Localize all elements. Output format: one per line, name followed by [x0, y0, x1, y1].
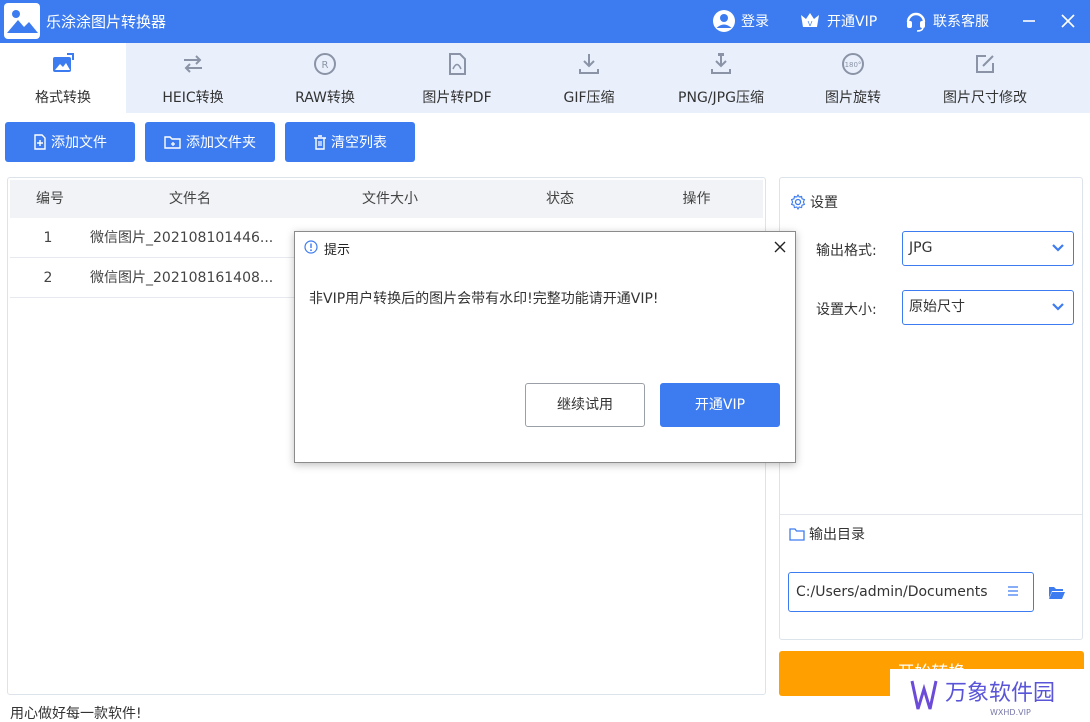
headset-icon — [904, 9, 928, 33]
minimize-icon — [1023, 20, 1035, 22]
output-path-value: C:/Users/admin/Documents — [796, 584, 988, 600]
compress-file-icon — [658, 51, 784, 77]
add-file-icon — [34, 134, 46, 150]
support-label: 联系客服 — [933, 14, 989, 30]
tab-label: RAW转换 — [295, 90, 355, 106]
tab-gif-compress[interactable]: GIF压缩 — [526, 43, 652, 113]
chevron-down-icon — [1052, 303, 1064, 311]
tab-label: 格式转换 — [35, 90, 91, 106]
tab-raw-convert[interactable]: R RAW转换 — [262, 43, 388, 113]
open-vip-button[interactable]: 开通VIP — [660, 383, 780, 427]
trash-icon — [314, 135, 326, 150]
size-select[interactable]: 原始尺寸 — [902, 290, 1074, 325]
image-convert-icon — [0, 51, 126, 77]
vip-button[interactable]: V 开通VIP — [798, 9, 877, 33]
watermark-brand: 万象软件园 — [945, 681, 1055, 706]
swap-arrows-icon — [130, 51, 256, 77]
tab-label: 图片尺寸修改 — [943, 90, 1027, 106]
login-label: 登录 — [741, 14, 769, 30]
divider — [780, 514, 1082, 515]
row-number: 1 — [43, 230, 53, 246]
vip-notice-dialog: 提示 非VIP用户转换后的图片会带有水印!完整功能请开通VIP! 继续试用 开通… — [294, 231, 796, 463]
output-format-value: JPG — [909, 240, 933, 256]
add-folder-label: 添加文件夹 — [186, 135, 256, 151]
settings-panel: 设置 输出格式: JPG 设置大小: 原始尺寸 输出目录 C:/Users/ad… — [779, 177, 1083, 640]
size-value: 原始尺寸 — [909, 299, 965, 315]
chevron-down-icon — [1052, 244, 1064, 252]
output-path-field[interactable]: C:/Users/admin/Documents — [788, 572, 1034, 612]
tab-label: 图片旋转 — [825, 90, 881, 106]
dialog-message: 非VIP用户转换后的图片会带有水印!完整功能请开通VIP! — [309, 291, 659, 307]
rotate-180-icon: 180° — [790, 51, 916, 77]
continue-trial-button[interactable]: 继续试用 — [525, 383, 645, 427]
watermark-sub: WXHD.VIP — [990, 708, 1031, 717]
vip-label: 开通VIP — [827, 14, 878, 30]
browse-folder-button[interactable] — [1046, 582, 1068, 602]
column-header-action: 操作 — [682, 191, 711, 207]
login-button[interactable]: 登录 — [712, 9, 769, 33]
add-file-label: 添加文件 — [51, 135, 107, 151]
tab-label: HEIC转换 — [162, 90, 224, 106]
settings-heading-label: 设置 — [810, 195, 838, 211]
tab-label: 图片转PDF — [422, 90, 492, 106]
dialog-close-button[interactable] — [771, 238, 789, 256]
dialog-title: 提示 — [324, 243, 351, 258]
add-file-button[interactable]: 添加文件 — [5, 122, 135, 162]
support-button[interactable]: 联系客服 — [904, 9, 989, 33]
menu-icon[interactable] — [1007, 585, 1019, 597]
tab-label: GIF压缩 — [563, 90, 615, 106]
app-title: 乐涂涂图片转换器 — [46, 13, 167, 31]
output-dir-label: 输出目录 — [809, 527, 865, 543]
tab-label: PNG/JPG压缩 — [678, 90, 764, 106]
status-text: 用心做好每一款软件! — [10, 706, 142, 722]
tab-image-resize[interactable]: 图片尺寸修改 — [922, 43, 1048, 113]
output-dir-heading: 输出目录 — [789, 524, 865, 544]
title-bar: 乐涂涂图片转换器 登录 V 开通VIP 联系客服 — [0, 0, 1090, 43]
svg-text:180°: 180° — [845, 61, 862, 69]
tab-image-to-pdf[interactable]: 图片转PDF — [394, 43, 520, 113]
user-icon — [712, 9, 736, 33]
site-watermark: 万象软件园 WXHD.VIP — [890, 669, 1090, 722]
open-folder-icon — [1049, 586, 1065, 599]
gear-icon — [790, 194, 806, 210]
compress-down-icon — [526, 51, 652, 77]
svg-text:R: R — [322, 60, 329, 71]
output-format-label: 输出格式: — [816, 243, 877, 259]
svg-text:V: V — [808, 20, 813, 28]
column-header-status: 状态 — [546, 191, 574, 207]
row-filename: 微信图片_202108101446... — [90, 230, 274, 246]
tab-format-convert[interactable]: 格式转换 — [0, 43, 126, 113]
close-icon — [774, 241, 786, 253]
raw-circle-icon: R — [262, 51, 388, 77]
clear-list-label: 清空列表 — [331, 135, 387, 151]
function-tabs: 格式转换 HEIC转换 R RAW转换 图片转PDF GIF压缩 PNG/JPG… — [0, 43, 1090, 113]
output-format-select[interactable]: JPG — [902, 231, 1074, 266]
app-logo — [4, 3, 40, 39]
row-number: 2 — [43, 270, 53, 286]
close-icon — [1061, 14, 1075, 28]
vip-crown-icon: V — [798, 9, 822, 33]
tab-image-rotate[interactable]: 180° 图片旋转 — [790, 43, 916, 113]
add-folder-icon — [164, 136, 181, 149]
dialog-header: 提示 — [295, 232, 795, 262]
add-folder-button[interactable]: 添加文件夹 — [145, 122, 275, 162]
column-header-number: 编号 — [36, 191, 64, 207]
column-header-filename: 文件名 — [169, 191, 211, 207]
column-header-filesize: 文件大小 — [362, 191, 418, 207]
info-icon — [304, 240, 318, 254]
size-label: 设置大小: — [816, 302, 877, 318]
tab-heic-convert[interactable]: HEIC转换 — [130, 43, 256, 113]
close-window-button[interactable] — [1055, 8, 1081, 34]
folder-icon — [789, 528, 805, 541]
settings-heading: 设置 — [790, 192, 838, 212]
table-header: 编号 文件名 文件大小 状态 操作 — [10, 180, 763, 218]
edit-square-icon — [922, 51, 1048, 77]
clear-list-button[interactable]: 清空列表 — [285, 122, 415, 162]
minimize-button[interactable] — [1016, 8, 1042, 34]
row-filename: 微信图片_202108161408... — [90, 270, 274, 286]
pdf-file-icon — [394, 51, 520, 77]
tab-png-jpg-compress[interactable]: PNG/JPG压缩 — [658, 43, 784, 113]
